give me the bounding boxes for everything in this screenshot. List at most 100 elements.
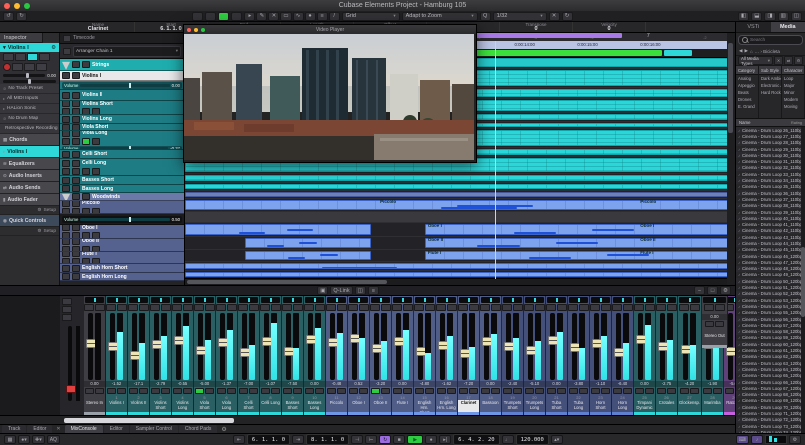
media-list-item[interactable]: ♪Cinema - Drum Loop 31_110bpm (736, 158, 805, 164)
inspector-section-audio-sends[interactable]: ⇄Audio Sends (0, 182, 59, 194)
solo-button[interactable] (15, 53, 26, 61)
filter-item[interactable]: Arpeggio (736, 82, 758, 89)
channel-name[interactable]: Violins Long (172, 400, 193, 412)
playhead-cursor[interactable] (495, 41, 496, 279)
channel-name[interactable]: Clarinet (458, 400, 479, 412)
inspector-row[interactable]: Retrospective Recording (0, 124, 59, 134)
pan-control[interactable] (327, 297, 346, 303)
grid-adapt-select[interactable]: Adapt to Zoom▾ (402, 12, 478, 21)
midi-clip[interactable] (245, 238, 372, 248)
media-list-item[interactable]: ♪Cinema - Drum Loop 68_120bpm (736, 391, 805, 397)
record-enable-button[interactable] (349, 388, 358, 394)
rack-icon-1[interactable] (62, 298, 72, 305)
monitor-button[interactable] (293, 388, 302, 394)
track-button[interactable] (72, 232, 80, 239)
record-enable-button[interactable] (635, 388, 644, 394)
mute-button[interactable] (656, 304, 666, 311)
record-enable-button[interactable] (569, 388, 578, 394)
fader-track[interactable] (132, 313, 137, 380)
mixer-channel-strip-piccolo[interactable]: -0.4811Piccolo (326, 296, 348, 415)
mute-button[interactable] (370, 304, 380, 311)
pan-control[interactable] (657, 297, 676, 303)
media-list-item[interactable]: ♪Cinema - Drum Loop 38_110bpm (736, 203, 805, 209)
tab-chord-pads[interactable]: Chord Pads (179, 425, 217, 433)
scrollbar-thumb[interactable] (64, 418, 234, 423)
fader-track[interactable] (638, 313, 643, 380)
goto-right-locator-icon[interactable]: ⇥ (292, 435, 304, 444)
pan-control[interactable] (393, 297, 412, 303)
record-enable-button[interactable] (371, 388, 380, 394)
mute-button[interactable] (458, 304, 468, 311)
mixer-channel-strip-viola-long[interactable]: -1.376Viola Long (216, 296, 238, 415)
track-row-english-horn-short[interactable]: English Horn Short (60, 264, 184, 273)
monitor-button[interactable] (249, 388, 258, 394)
midi-clip[interactable] (185, 263, 727, 269)
automation-read-button[interactable] (192, 12, 203, 21)
track-button[interactable] (92, 138, 100, 145)
fader-track[interactable] (308, 313, 313, 380)
mute-button[interactable] (194, 304, 204, 311)
mute-button[interactable] (62, 239, 70, 245)
back-icon[interactable]: ◀ (739, 48, 742, 54)
channel-name[interactable]: Trumpets Long (524, 400, 545, 412)
solo-button[interactable] (227, 304, 237, 311)
track-button[interactable] (82, 168, 90, 175)
mute-button[interactable] (634, 304, 644, 311)
track-row[interactable]: Volume0.50 (60, 214, 184, 225)
audio-record-mode-icon[interactable]: ✚▾ (32, 435, 45, 444)
record-enable-button[interactable] (481, 388, 490, 394)
mixer-channel-strip-english-hrn--short[interactable]: -4.8015English Hrn. Short (414, 296, 436, 415)
channel-name[interactable]: Flute I (392, 400, 413, 412)
track-row-violins-ii[interactable]: Violins II (60, 90, 184, 101)
mixer-channel-strip-flute-i[interactable]: 0.0014Flute I (392, 296, 414, 415)
solo-button[interactable] (72, 160, 80, 167)
solo-button[interactable] (403, 304, 413, 311)
record-enable-button[interactable] (239, 388, 248, 394)
channel-name[interactable]: Trumpets Short (502, 400, 523, 412)
tab-mixconsole[interactable]: MixConsole (65, 425, 103, 433)
media-list-item[interactable]: ♪Cinema - Drum Loop 60_120bpm (736, 341, 805, 347)
media-list-item[interactable]: ♪Cinema - Drum Loop 63_120bpm (736, 360, 805, 366)
volume-slider[interactable] (80, 218, 169, 221)
info-value[interactable]: 6. 1. 1. 0 (160, 27, 181, 32)
media-list-item[interactable]: ♪Cinema - Drum Loop 36_110bpm (736, 190, 805, 196)
record-enable-button[interactable] (459, 388, 468, 394)
track-row[interactable]: Volume0.00 (60, 81, 184, 90)
track-row-basses-short[interactable]: Basses Short (60, 176, 184, 185)
tab-inspector[interactable]: Inspector (0, 33, 43, 43)
monitor-button[interactable] (623, 388, 632, 394)
track-row-violins-long[interactable]: Violins Long (60, 115, 184, 124)
channel-name[interactable]: Tuba Long (568, 400, 589, 412)
pan-control[interactable] (173, 297, 192, 303)
media-list-item[interactable]: ♪Cinema - Drum Loop 70_120bpm (736, 404, 805, 410)
channel-name[interactable]: Viola Long (216, 400, 237, 412)
midi-clip[interactable] (425, 251, 727, 260)
pan-control[interactable] (525, 297, 544, 303)
mute-button[interactable] (62, 273, 70, 280)
volume-slider[interactable] (80, 84, 169, 87)
mute-button[interactable] (436, 304, 446, 311)
filter-column-header[interactable]: Sub Style (759, 66, 781, 75)
monitor-button[interactable] (491, 388, 500, 394)
record-enable-button[interactable] (393, 388, 402, 394)
solo-button[interactable] (359, 304, 369, 311)
tool-icon-0[interactable]: ▸ (244, 12, 255, 21)
track-row-oboe-i[interactable]: Oboe I (60, 225, 184, 239)
track-row-piccolo[interactable]: Piccolo (60, 201, 184, 214)
pan-control[interactable] (217, 297, 236, 303)
pan-control[interactable] (151, 297, 170, 303)
track-button[interactable] (82, 138, 90, 145)
pan-control[interactable] (283, 297, 302, 303)
record-enable-button[interactable] (107, 388, 116, 394)
pan-control[interactable] (481, 297, 500, 303)
mixer-channel-strip-violins-ii[interactable]: -17.12Violins II (128, 296, 150, 415)
track-row-celli-long[interactable]: Celli Long (60, 159, 184, 176)
pan-control[interactable] (371, 297, 390, 303)
record-enable-button[interactable] (195, 388, 204, 394)
track-button[interactable] (92, 232, 100, 239)
record-enable-button[interactable] (415, 388, 424, 394)
expand-mixer-icon[interactable]: □ (707, 286, 718, 295)
mute-button[interactable] (62, 101, 70, 107)
pan-control[interactable] (635, 297, 654, 303)
undo-icon[interactable]: ↺ (3, 12, 14, 21)
